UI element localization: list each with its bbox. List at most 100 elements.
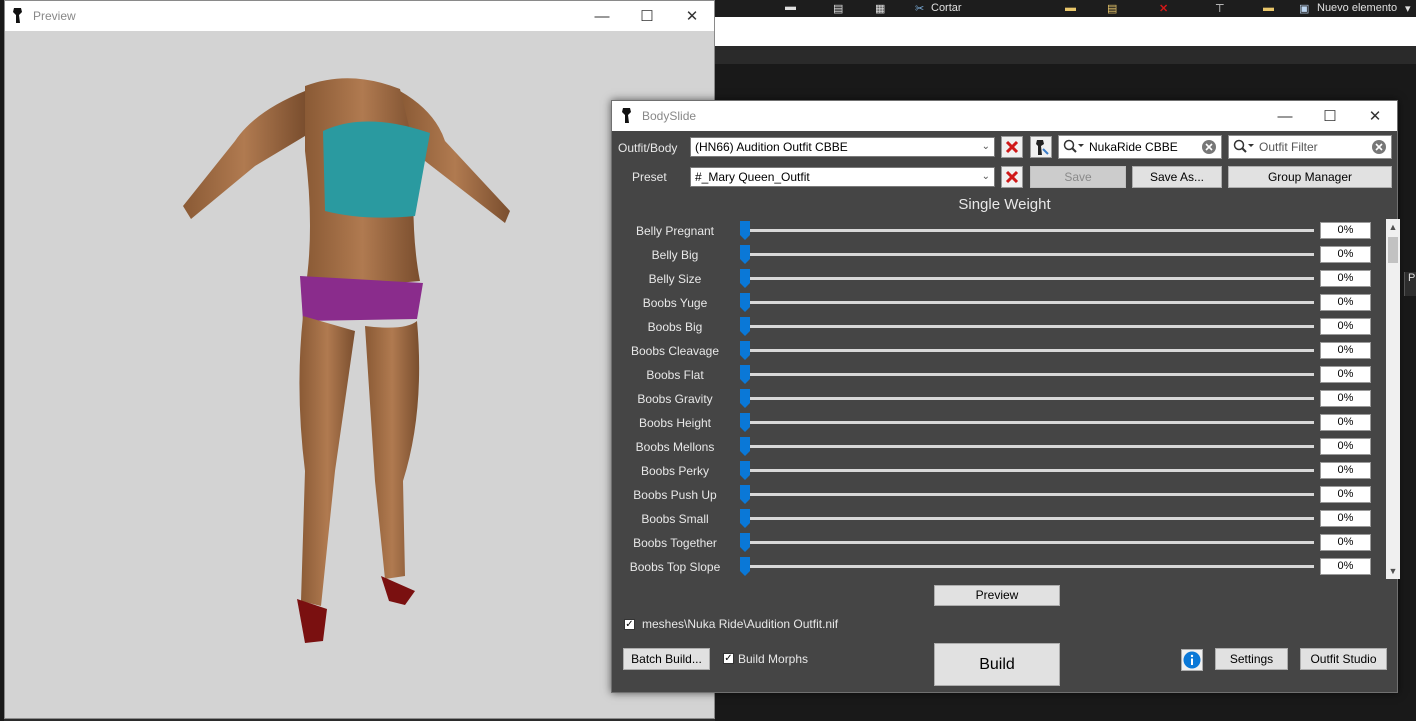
- slider-value[interactable]: 0%: [1320, 510, 1371, 527]
- slider-thumb[interactable]: [740, 557, 750, 576]
- minimize-button[interactable]: —: [1262, 101, 1308, 131]
- group-manager-button[interactable]: Group Manager: [1228, 166, 1392, 188]
- slider-thumb[interactable]: [740, 485, 750, 504]
- slider-track[interactable]: [742, 325, 1314, 328]
- slider-value[interactable]: 0%: [1320, 414, 1371, 431]
- slider-thumb[interactable]: [740, 461, 750, 480]
- maximize-button[interactable]: ☐: [1307, 101, 1353, 131]
- minimize-button[interactable]: —: [579, 1, 625, 31]
- vertical-scrollbar[interactable]: ▲ ▼: [1386, 219, 1400, 579]
- slider-thumb[interactable]: [740, 413, 750, 432]
- clear-search-icon[interactable]: [1201, 139, 1217, 155]
- slider-thumb[interactable]: [740, 245, 750, 264]
- outfit-body-value: (HN66) Audition Outfit CBBE: [695, 140, 848, 154]
- slider-value[interactable]: 0%: [1320, 462, 1371, 479]
- bodyslide-titlebar[interactable]: BodySlide — ☐ ✕: [612, 101, 1397, 131]
- slider-value[interactable]: 0%: [1320, 438, 1371, 455]
- slider-name: Boobs Yuge: [642, 296, 708, 310]
- slider-track[interactable]: [742, 253, 1314, 256]
- slider-track[interactable]: [742, 493, 1314, 496]
- group-manager-icon-button[interactable]: [1030, 136, 1052, 158]
- slider-name: Boobs Together: [633, 536, 717, 550]
- preview-button[interactable]: Preview: [934, 585, 1060, 606]
- slider-track[interactable]: [742, 469, 1314, 472]
- slider-track[interactable]: [742, 373, 1314, 376]
- scroll-up-icon[interactable]: ▲: [1386, 219, 1400, 235]
- slider-name: Boobs Perky: [640, 464, 710, 478]
- slider-track[interactable]: [742, 349, 1314, 352]
- slider-track[interactable]: [742, 277, 1314, 280]
- scroll-down-icon[interactable]: ▼: [1386, 563, 1400, 579]
- ribbon-cut-label[interactable]: Cortar: [931, 2, 962, 14]
- maximize-button[interactable]: ☐: [624, 1, 670, 31]
- preset-select[interactable]: #_Mary Queen_Outfit ⌄: [690, 167, 995, 187]
- slider-track[interactable]: [742, 445, 1314, 448]
- slider-name: Boobs Flat: [646, 368, 704, 382]
- slider-name: Boobs Big: [647, 320, 703, 334]
- batch-build-button[interactable]: Batch Build...: [623, 648, 710, 670]
- preview-titlebar[interactable]: Preview — ☐ ✕: [5, 1, 714, 31]
- outfit-filter-field[interactable]: Outfit Filter: [1228, 135, 1392, 159]
- ribbon-icon: ▤: [833, 3, 844, 15]
- body-model-render: [183, 78, 510, 643]
- slider-thumb[interactable]: [740, 293, 750, 312]
- slider-value[interactable]: 0%: [1320, 294, 1371, 311]
- slider-value[interactable]: 0%: [1320, 222, 1371, 239]
- slider-thumb[interactable]: [740, 341, 750, 360]
- save-as-button[interactable]: Save As...: [1132, 166, 1222, 188]
- slider-thumb[interactable]: [740, 317, 750, 336]
- slider-value[interactable]: 0%: [1320, 486, 1371, 503]
- close-button[interactable]: ✕: [1352, 101, 1398, 131]
- background-address-bar[interactable]: [715, 17, 1416, 46]
- build-morphs-checkbox[interactable]: ✓: [723, 653, 734, 664]
- background-side-tab[interactable]: P: [1404, 272, 1416, 296]
- slider-track[interactable]: [742, 301, 1314, 304]
- slider-track[interactable]: [742, 517, 1314, 520]
- close-button[interactable]: ✕: [669, 1, 715, 31]
- slider-value[interactable]: 0%: [1320, 342, 1371, 359]
- group-filter-field[interactable]: NukaRide CBBE: [1058, 135, 1222, 159]
- slider-value[interactable]: 0%: [1320, 558, 1371, 575]
- slider-thumb[interactable]: [740, 509, 750, 528]
- slider-row: Belly Pregnant 0%: [612, 219, 1382, 243]
- slider-thumb[interactable]: [740, 365, 750, 384]
- slider-row: Boobs Push Up 0%: [612, 483, 1382, 507]
- slider-row: Boobs Big 0%: [612, 315, 1382, 339]
- outfit-filter-placeholder: Outfit Filter: [1259, 140, 1318, 154]
- slider-row: Boobs Cleavage 0%: [612, 339, 1382, 363]
- outfit-studio-button[interactable]: Outfit Studio: [1300, 648, 1387, 670]
- slider-track[interactable]: [742, 541, 1314, 544]
- slider-thumb[interactable]: [740, 533, 750, 552]
- slider-thumb[interactable]: [740, 437, 750, 456]
- slider-thumb[interactable]: [740, 221, 750, 240]
- build-button[interactable]: Build: [934, 643, 1060, 686]
- slider-thumb[interactable]: [740, 269, 750, 288]
- preview-3d-viewport[interactable]: [5, 31, 714, 718]
- slider-thumb[interactable]: [740, 389, 750, 408]
- slider-track[interactable]: [742, 421, 1314, 424]
- maximize-icon: ☐: [1323, 108, 1337, 125]
- slider-value[interactable]: 0%: [1320, 366, 1371, 383]
- background-ribbon: ▬ ▤ ▦ ✂ Cortar ▬ ▤ ✕ ⊤ ▬ ▣ Nuevo element…: [715, 0, 1416, 17]
- settings-button[interactable]: Settings: [1215, 648, 1288, 670]
- slider-value[interactable]: 0%: [1320, 270, 1371, 287]
- mesh-path-checkbox[interactable]: ✓: [624, 619, 635, 630]
- slider-track[interactable]: [742, 229, 1314, 232]
- slider-track[interactable]: [742, 565, 1314, 568]
- delete-outfit-button[interactable]: [1001, 136, 1023, 158]
- slider-value[interactable]: 0%: [1320, 534, 1371, 551]
- outfit-body-select[interactable]: (HN66) Audition Outfit CBBE ⌄: [690, 137, 995, 157]
- clear-search-icon[interactable]: [1371, 139, 1387, 155]
- bodyslide-app-icon: [13, 8, 22, 23]
- slider-value[interactable]: 0%: [1320, 318, 1371, 335]
- scrollbar-thumb[interactable]: [1388, 237, 1398, 263]
- ribbon-new-item-label[interactable]: Nuevo elemento: [1317, 2, 1397, 14]
- folder-icon: ▬: [1263, 2, 1274, 14]
- save-button[interactable]: Save: [1030, 166, 1126, 188]
- delete-preset-button[interactable]: [1001, 166, 1023, 188]
- slider-value[interactable]: 0%: [1320, 390, 1371, 407]
- slider-track[interactable]: [742, 397, 1314, 400]
- info-button[interactable]: [1181, 649, 1203, 671]
- slider-value[interactable]: 0%: [1320, 246, 1371, 263]
- scissors-icon: ✂: [915, 3, 925, 15]
